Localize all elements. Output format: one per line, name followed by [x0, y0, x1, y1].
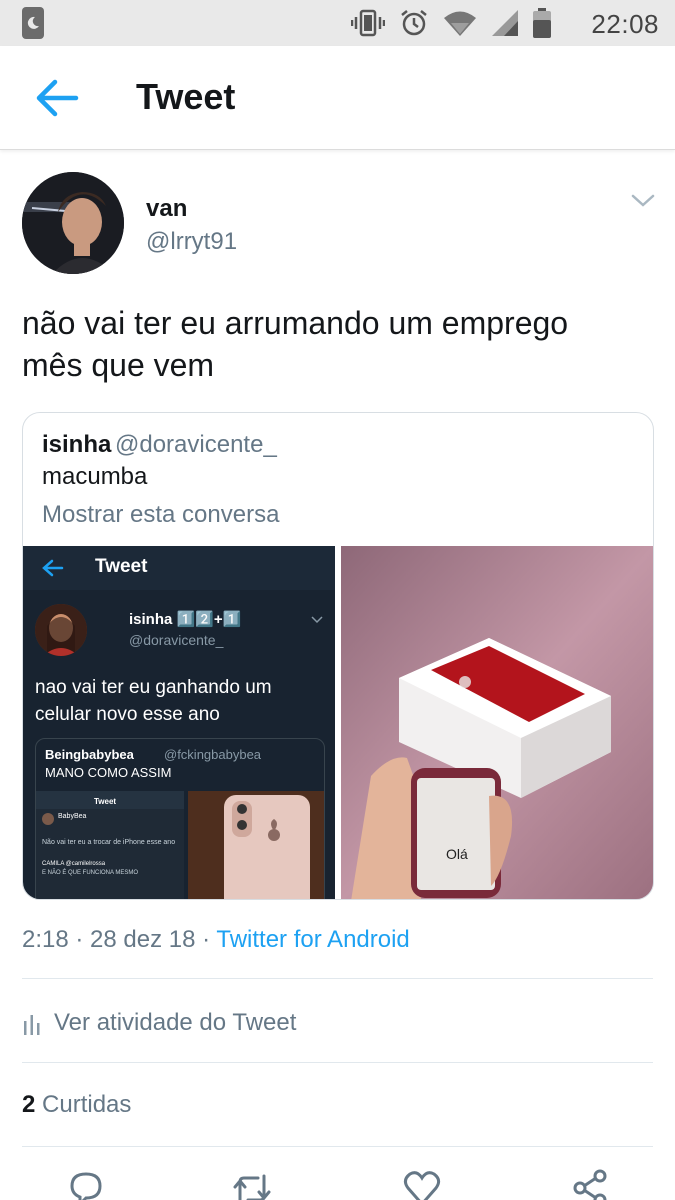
quoted-text: macumba	[42, 463, 148, 490]
wifi-icon	[444, 11, 476, 36]
inner-quote-handle: @fckingbabybea	[164, 747, 262, 762]
analytics-icon	[24, 1015, 40, 1035]
inner-author-handle: @doravicente_	[129, 632, 224, 648]
status-bar: 22:08	[0, 0, 675, 46]
divider	[22, 978, 653, 979]
author-handle[interactable]: @lrryt91	[146, 228, 237, 256]
tweet-timestamp: 2:18 · 28 dez 18 ·	[22, 926, 217, 953]
quoted-image-screenshot[interactable]: Tweet isinha 1️⃣2️⃣+1️⃣ @doravicente_ na…	[23, 546, 335, 899]
chevron-down-icon	[311, 616, 323, 624]
inner-mini-name: BabyBea	[58, 813, 87, 820]
back-button[interactable]	[32, 76, 82, 120]
likes-number: 2	[22, 1091, 36, 1118]
likes-label: Curtidas	[35, 1091, 132, 1118]
inner-mini-comment-name: CAMILA @camilelrossa	[42, 861, 106, 867]
app-bar: Tweet	[0, 46, 675, 150]
alarm-icon	[401, 10, 427, 36]
inner-mini-screenshot: Tweet BabyBea Não vai ter eu a trocar de…	[36, 791, 184, 899]
tweet-text-line: não vai ter eu arrumando um emprego	[22, 305, 569, 341]
divider	[22, 1062, 653, 1063]
vibrate-icon	[351, 9, 385, 37]
likes-count[interactable]: 2 Curtidas	[22, 1091, 131, 1119]
tweet-meta: 2:18 · 28 dez 18 · Twitter for Android	[22, 926, 410, 954]
tweet-text: não vai ter eu arrumando um emprego mês …	[22, 302, 642, 386]
quoted-author-name: isinha	[42, 431, 112, 458]
phone-screen-text: Olá	[446, 846, 468, 862]
inner-app-bar	[23, 546, 335, 590]
inner-tweet-text: nao vai ter eu ganhando um celular novo …	[35, 677, 272, 725]
chevron-down-icon[interactable]	[630, 192, 656, 210]
tweet-activity-label: Ver atividade do Tweet	[54, 1009, 297, 1036]
inner-title: Tweet	[95, 556, 148, 577]
inner-quote-name: Beingbabybea	[45, 747, 134, 762]
inner-avatar	[35, 604, 87, 656]
inner-quote-text: MANO COMO ASSIM	[45, 765, 172, 780]
like-icon[interactable]	[402, 1168, 442, 1200]
reply-icon[interactable]	[66, 1168, 106, 1200]
arrow-left-icon	[36, 79, 79, 117]
retweet-icon[interactable]	[232, 1168, 272, 1200]
status-icons	[351, 8, 551, 38]
moon-icon	[22, 7, 44, 39]
tweet-source-link[interactable]: Twitter for Android	[216, 926, 409, 953]
author-name[interactable]: van	[146, 195, 187, 223]
status-time: 22:08	[591, 9, 659, 39]
signal-icon	[492, 10, 518, 36]
inner-mini-comment-text: E NÃO É QUE FUNCIONA MESMO	[42, 870, 139, 876]
divider	[22, 1146, 653, 1147]
arrow-left-icon	[42, 559, 64, 577]
quoted-author-handle: @doravicente_	[115, 431, 277, 458]
share-icon[interactable]	[570, 1168, 610, 1200]
inner-author-name: isinha 1️⃣2️⃣+1️⃣	[129, 611, 242, 628]
inner-mini-text: Não vai ter eu a trocar de iPhone esse a…	[42, 839, 176, 846]
tweet-text-line: mês que vem	[22, 347, 215, 383]
quoted-image-photo[interactable]: Olá	[341, 546, 653, 899]
tweet-activity-button[interactable]: Ver atividade do Tweet	[22, 1006, 296, 1040]
show-conversation-link[interactable]: Mostrar esta conversa	[42, 501, 279, 529]
battery-icon	[533, 8, 551, 38]
inner-mini-avatar	[42, 813, 54, 825]
tweet-action-bar	[0, 1168, 675, 1200]
inner-mini-photo	[188, 791, 324, 899]
inner-quoted-card: Beingbabybea @fckingbabybea MANO COMO AS…	[35, 738, 325, 899]
page-title: Tweet	[136, 76, 236, 117]
inner-mini-title: Tweet	[94, 797, 117, 806]
quoted-tweet[interactable]: isinha @doravicente_ macumba Mostrar est…	[22, 412, 654, 900]
avatar[interactable]	[22, 172, 124, 274]
